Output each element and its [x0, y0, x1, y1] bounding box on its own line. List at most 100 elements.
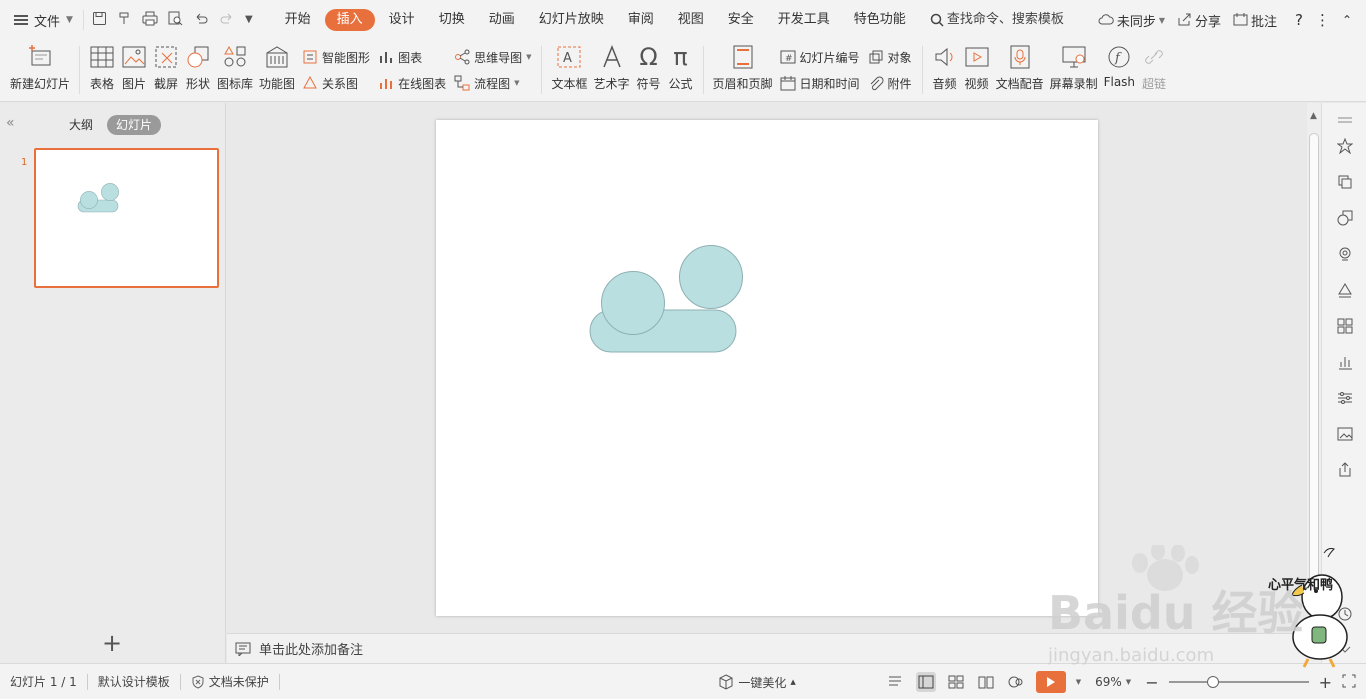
- screenshot-button[interactable]: 截屏: [153, 40, 179, 100]
- grid-icon[interactable]: [1336, 317, 1354, 335]
- tab-animation[interactable]: 动画: [477, 9, 527, 31]
- slide-canvas[interactable]: [436, 120, 1098, 616]
- chevron-down-icon[interactable]: ▼: [1076, 678, 1081, 686]
- command-search[interactable]: 查找命令、搜索模板: [918, 9, 1076, 31]
- settings-sliders-icon[interactable]: [1336, 389, 1354, 407]
- location-icon[interactable]: [1336, 245, 1354, 263]
- mind-map-button[interactable]: 思维导图 ▼: [454, 45, 531, 69]
- tab-developer[interactable]: 开发工具: [766, 9, 842, 31]
- symbol-button[interactable]: Ω 符号: [636, 40, 662, 100]
- copy-icon[interactable]: [1336, 173, 1354, 191]
- collapse-ribbon-icon[interactable]: ⌃: [1342, 13, 1352, 27]
- comment-button[interactable]: 批注: [1233, 11, 1277, 30]
- smart-art-button[interactable]: 智能图形: [302, 45, 370, 69]
- normal-view-icon[interactable]: [915, 672, 936, 692]
- history-icon[interactable]: [1336, 605, 1354, 623]
- online-chart-button[interactable]: 在线图表: [378, 71, 446, 95]
- shapes-icon[interactable]: [1336, 209, 1354, 227]
- screen-record-button[interactable]: 屏幕录制: [1050, 40, 1098, 100]
- format-painter-icon[interactable]: [117, 11, 132, 29]
- audio-button[interactable]: 音频: [932, 40, 958, 100]
- scrollbar-thumb[interactable]: [1309, 133, 1319, 583]
- print-icon[interactable]: [142, 11, 158, 29]
- tab-security[interactable]: 安全: [716, 9, 766, 31]
- zoom-in-button[interactable]: +: [1319, 673, 1332, 692]
- play-slideshow-button[interactable]: [1035, 671, 1066, 693]
- circle-shape-left[interactable]: [601, 271, 665, 335]
- scroll-down-icon[interactable]: ▼: [1310, 601, 1317, 611]
- new-slide-button[interactable]: 新建幻灯片: [10, 40, 70, 100]
- undo-icon[interactable]: [193, 11, 209, 29]
- slide-sorter-view-icon[interactable]: [946, 672, 966, 692]
- vertical-scrollbar[interactable]: ▲ ▼: [1307, 103, 1321, 663]
- tab-insert[interactable]: 插入: [324, 9, 375, 31]
- print-preview-icon[interactable]: [168, 11, 183, 29]
- omega-icon: Ω: [639, 43, 658, 71]
- date-time-button[interactable]: 日期和时间: [780, 71, 860, 95]
- slide-thumbnail[interactable]: [34, 148, 219, 288]
- sync-button[interactable]: 未同步 ▼: [1098, 11, 1165, 30]
- tab-home[interactable]: 开始: [273, 9, 323, 31]
- tab-slides[interactable]: 幻灯片: [107, 115, 162, 135]
- flash-button[interactable]: f Flash: [1104, 40, 1135, 100]
- icon-library-button[interactable]: 图标库: [217, 40, 253, 100]
- one-click-beautify[interactable]: 一键美化 ▲: [708, 674, 805, 691]
- file-menu[interactable]: 文件 ▼: [0, 0, 83, 40]
- circle-shape-right[interactable]: [679, 245, 743, 309]
- star-icon[interactable]: [1336, 137, 1354, 155]
- more-options-icon[interactable]: ⋮: [1315, 11, 1330, 29]
- reading-view-icon[interactable]: [976, 672, 996, 692]
- doc-dub-button[interactable]: 文档配音: [996, 40, 1044, 100]
- relation-chart-button[interactable]: 关系图: [302, 71, 370, 95]
- zoom-out-button[interactable]: −: [1145, 673, 1158, 692]
- collapse-panel-icon[interactable]: «: [6, 115, 15, 131]
- fit-window-icon[interactable]: [1342, 674, 1356, 691]
- tab-special-features[interactable]: 特色功能: [842, 9, 918, 31]
- design-template[interactable]: 默认设计模板: [88, 673, 180, 690]
- hyperlink-label: 超链: [1142, 77, 1167, 91]
- table-button[interactable]: 表格: [89, 40, 115, 100]
- chart-button[interactable]: 图表: [378, 45, 446, 69]
- document-protection[interactable]: 文档未保护: [181, 673, 279, 690]
- header-footer-button[interactable]: 页眉和页脚: [713, 40, 773, 100]
- picture-button[interactable]: 图片: [121, 40, 147, 100]
- video-icon: [964, 44, 990, 70]
- presenter-view-icon[interactable]: [1006, 672, 1026, 692]
- function-chart-button[interactable]: 功能图: [259, 40, 295, 100]
- export-icon[interactable]: [1336, 461, 1354, 479]
- zoom-slider-knob[interactable]: [1206, 676, 1219, 688]
- tab-review[interactable]: 审阅: [616, 9, 666, 31]
- notes-pane[interactable]: 单击此处添加备注: [227, 633, 1307, 663]
- help-button[interactable]: ?: [1295, 11, 1303, 29]
- tab-transition[interactable]: 切换: [427, 9, 477, 31]
- tab-view[interactable]: 视图: [666, 9, 716, 31]
- chevron-down-icon[interactable]: [1336, 641, 1354, 659]
- video-button[interactable]: 视频: [964, 40, 990, 100]
- hyperlink-button[interactable]: 超链: [1141, 40, 1167, 100]
- slide-number-button[interactable]: # 幻灯片编号: [780, 45, 860, 69]
- tab-slideshow[interactable]: 幻灯片放映: [527, 9, 616, 31]
- object-button[interactable]: 对象: [868, 45, 912, 69]
- art-text-button[interactable]: 艺术字: [594, 40, 630, 100]
- tab-design[interactable]: 设计: [377, 9, 427, 31]
- panel-toggle-icon[interactable]: [1336, 111, 1354, 129]
- image-icon[interactable]: [1336, 425, 1354, 443]
- shape-button[interactable]: 形状: [185, 40, 211, 100]
- bar-chart-icon[interactable]: [1336, 353, 1354, 371]
- text-box-button[interactable]: A 文本框: [551, 40, 588, 100]
- save-icon[interactable]: [92, 11, 107, 29]
- flowchart-button[interactable]: 流程图 ▼: [454, 71, 531, 95]
- tab-outline[interactable]: 大纲: [60, 115, 102, 135]
- share-button[interactable]: 分享: [1177, 11, 1221, 30]
- formula-button[interactable]: π 公式: [668, 40, 694, 100]
- fill-icon[interactable]: [1336, 281, 1354, 299]
- zoom-slider[interactable]: [1168, 676, 1309, 688]
- shape-label: 形状: [186, 77, 211, 91]
- redo-icon[interactable]: [219, 11, 235, 29]
- customize-toolbar-icon[interactable]: ▼: [245, 15, 253, 25]
- attachment-button[interactable]: 附件: [868, 71, 912, 95]
- add-slide-button[interactable]: +: [102, 631, 122, 655]
- scroll-up-icon[interactable]: ▲: [1310, 111, 1317, 121]
- notes-view-toggle-icon[interactable]: [886, 672, 906, 692]
- zoom-level[interactable]: 69% ▼: [1091, 675, 1135, 689]
